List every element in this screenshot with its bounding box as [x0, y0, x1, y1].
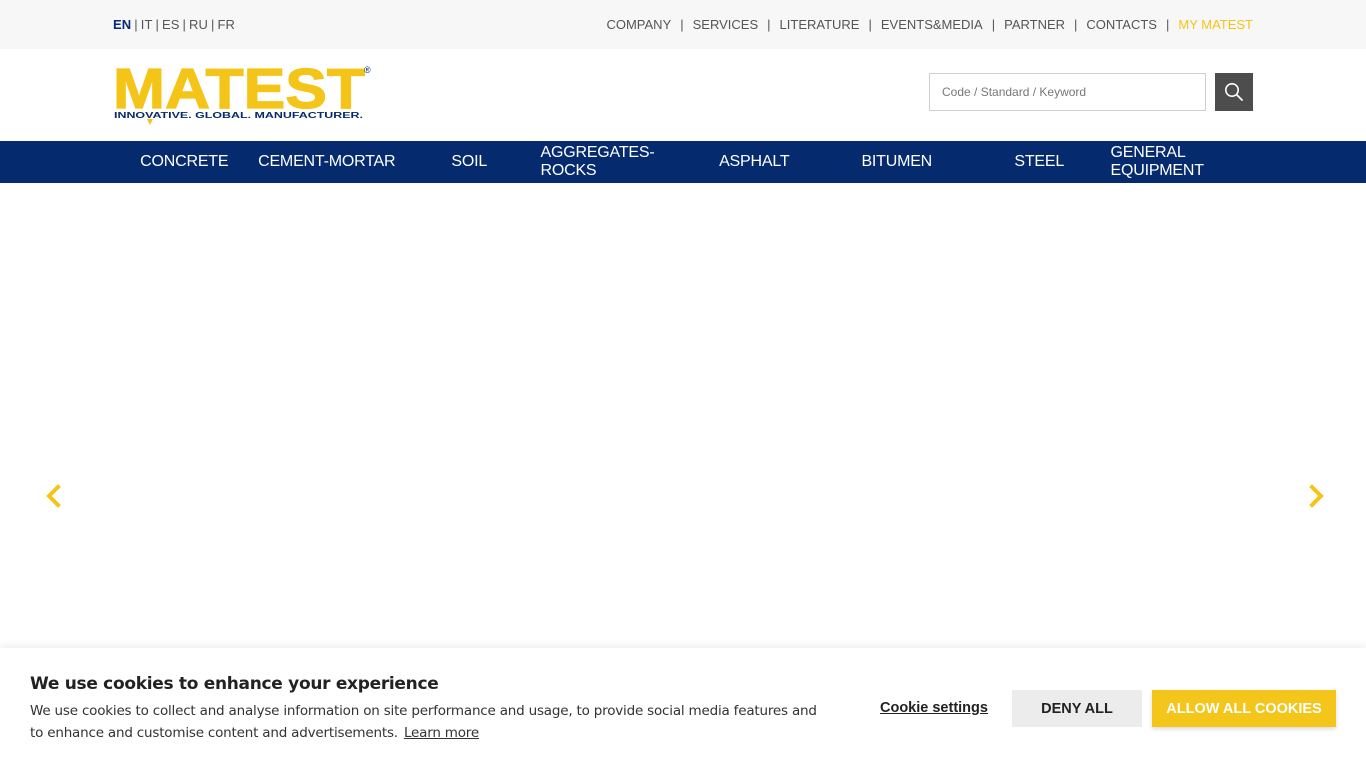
lang-en[interactable]: EN [113, 17, 131, 32]
lang-separator: | [155, 17, 159, 32]
utility-separator: | [991, 17, 996, 32]
nav-item-asphalt[interactable]: ASPHALT [683, 141, 826, 183]
utility-link-literature[interactable]: LITERATURE [780, 17, 860, 32]
utility-link-partner[interactable]: PARTNER [1004, 17, 1065, 32]
utility-link-services[interactable]: SERVICES [693, 17, 759, 32]
search-input[interactable] [929, 73, 1206, 111]
utility-nav: COMPANY | SERVICES | LITERATURE | EVENTS&ME… [606, 17, 1253, 32]
deny-all-button[interactable]: DENY ALL [1012, 690, 1142, 727]
search-icon [1225, 83, 1243, 101]
site-header: MATEST ® INNOVATIVE. GLOBAL. MANUFACTURE… [0, 49, 1366, 141]
nav-item-bitumen[interactable]: BITUMEN [826, 141, 969, 183]
utility-link-company[interactable]: COMPANY [606, 17, 671, 32]
main-nav-list: CONCRETE CEMENT-MORTAR SOIL AGGREGATES-R… [113, 141, 1253, 183]
logo-tagline: INNOVATIVE. GLOBAL. MANUFACTURER. [114, 110, 363, 120]
lang-separator: | [134, 17, 138, 32]
search-button[interactable] [1215, 73, 1253, 111]
main-nav: CONCRETE CEMENT-MORTAR SOIL AGGREGATES-R… [0, 141, 1366, 183]
cookie-description: We use cookies to collect and analyse in… [30, 700, 820, 744]
nav-item-steel[interactable]: STEEL [968, 141, 1111, 183]
nav-item-soil[interactable]: SOIL [398, 141, 541, 183]
nav-item-cement-mortar[interactable]: CEMENT-MORTAR [256, 141, 399, 183]
allow-all-cookies-button[interactable]: ALLOW ALL COOKIES [1152, 690, 1336, 727]
nav-item-aggregates-rocks[interactable]: AGGREGATES-ROCKS [541, 141, 684, 183]
nav-item-concrete[interactable]: CONCRETE [113, 141, 256, 183]
learn-more-link[interactable]: Learn more [404, 725, 479, 741]
nav-item-general-equipment[interactable]: GENERAL EQUIPMENT [1111, 141, 1254, 183]
lang-ru[interactable]: RU [189, 17, 208, 32]
language-switcher: EN | IT | ES | RU | FR [113, 17, 235, 32]
chevron-left-icon [46, 484, 61, 508]
cookie-settings-link[interactable]: Cookie settings [880, 700, 988, 716]
utility-separator: | [1165, 17, 1170, 32]
logo-registered: ® [364, 65, 371, 75]
utility-link-contacts[interactable]: CONTACTS [1086, 17, 1157, 32]
lang-it[interactable]: IT [141, 17, 153, 32]
utility-separator: | [767, 17, 771, 32]
lang-es[interactable]: ES [162, 17, 180, 32]
utility-separator: | [1074, 17, 1078, 32]
lang-separator: | [182, 17, 187, 32]
utility-separator: | [680, 17, 684, 32]
slider-prev-button[interactable] [41, 483, 65, 509]
cookie-title: We use cookies to enhance your experienc… [30, 674, 439, 694]
hero-slider [0, 183, 1366, 648]
matest-logo[interactable]: MATEST ® INNOVATIVE. GLOBAL. MANUFACTURE… [112, 56, 373, 127]
utility-link-my-matest[interactable]: MY MATEST [1178, 17, 1253, 32]
chevron-right-icon [1309, 484, 1324, 508]
utility-separator: | [868, 17, 872, 32]
top-bar: EN | IT | ES | RU | FR COMPANY | SERVICES | LITERA… [0, 0, 1366, 49]
cookie-banner: We use cookies to enhance your experienc… [0, 648, 1366, 768]
utility-link-events-media[interactable]: EVENTS&MEDIA [881, 17, 983, 32]
lang-fr[interactable]: FR [218, 17, 236, 32]
matest-logo-mark: MATEST ® INNOVATIVE. GLOBAL. MANUFACTURE… [112, 56, 371, 125]
lang-separator: | [211, 17, 215, 32]
slider-next-button[interactable] [1305, 483, 1329, 509]
